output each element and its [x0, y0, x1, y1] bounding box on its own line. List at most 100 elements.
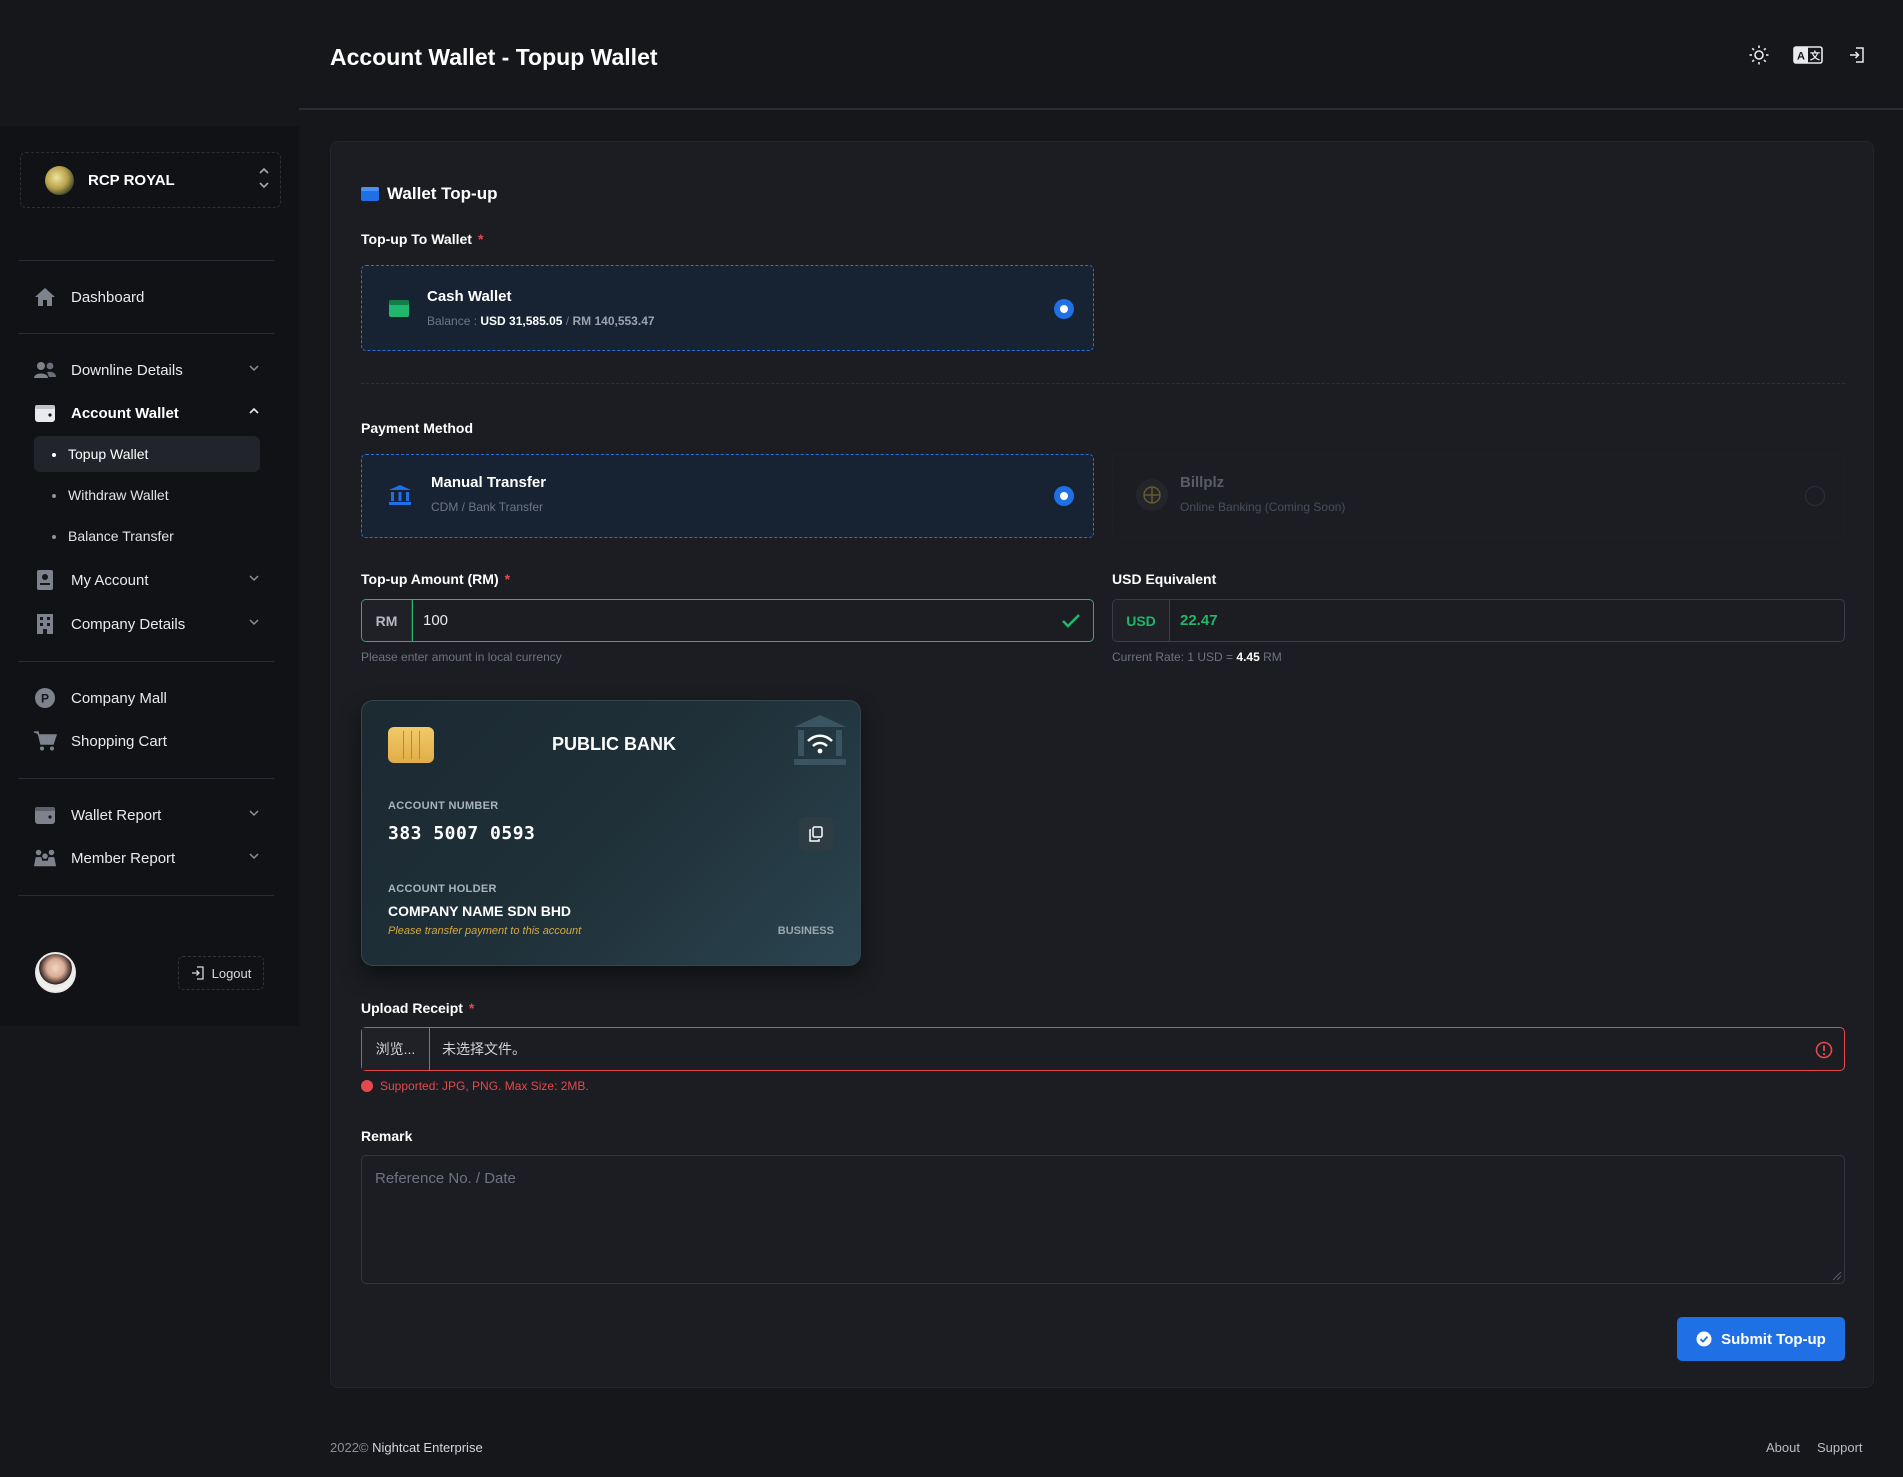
logout-icon[interactable] — [1844, 42, 1870, 68]
bank-account-card: PUBLIC BANK ACCOUNT NUMBER 383 5007 0593… — [361, 700, 861, 966]
sidebar-item-company-details[interactable]: Company Details — [33, 607, 263, 641]
account-number: 383 5007 0593 — [388, 823, 536, 844]
home-icon — [33, 285, 57, 309]
footer-year: 2022© — [330, 1440, 369, 1455]
sidebar-subitem-label: Withdraw Wallet — [68, 487, 169, 503]
bank-name: PUBLIC BANK — [552, 734, 676, 754]
required-mark: * — [468, 1000, 475, 1016]
globe-icon — [1136, 479, 1168, 511]
member-report-icon — [33, 846, 57, 870]
payment-radio[interactable] — [1054, 486, 1074, 506]
divider — [18, 260, 274, 261]
usd-equivalent-value: 22.47 — [1170, 600, 1844, 641]
translate-icon[interactable]: A文 — [1792, 42, 1824, 68]
sidebar-item-label: Dashboard — [71, 288, 145, 306]
exchange-rate: Current Rate: 1 USD = 4.45 RM — [1112, 650, 1282, 664]
sidebar-logout-button[interactable]: Logout — [178, 956, 264, 990]
sidebar-item-my-account[interactable]: My Account — [33, 563, 263, 597]
sidebar-item-account-wallet[interactable]: Account Wallet — [33, 396, 263, 430]
payment-option-manual-transfer[interactable]: Manual Transfer CDM / Bank Transfer — [361, 454, 1094, 538]
sidebar-subitem-topup-wallet[interactable]: Topup Wallet — [34, 436, 260, 472]
topup-to-wallet-label: Top-up To Wallet * — [361, 231, 483, 247]
error-icon — [1815, 1041, 1833, 1059]
users-icon — [33, 358, 57, 382]
logout-label: Logout — [211, 965, 252, 981]
wallet-topup-card: Wallet Top-up Top-up To Wallet * Cash Wal… — [330, 141, 1874, 1388]
rate-value: 4.45 — [1236, 650, 1260, 664]
sidebar-item-wallet-report[interactable]: Wallet Report — [33, 798, 263, 832]
divider — [361, 383, 1845, 384]
cart-icon — [33, 729, 57, 753]
resize-handle-icon[interactable] — [1832, 1271, 1842, 1281]
balance-rm: RM 140,553.47 — [572, 314, 655, 328]
sun-icon[interactable] — [1746, 42, 1772, 68]
remark-label: Remark — [361, 1128, 413, 1144]
footer-link-about[interactable]: About — [1766, 1440, 1800, 1455]
wallet-radio[interactable] — [1054, 299, 1074, 319]
svg-text:文: 文 — [1810, 50, 1821, 63]
sidebar-item-label: Account Wallet — [71, 404, 179, 422]
sidebar-item-label: My Account — [71, 571, 149, 589]
sidebar: RCP ROYAL Dashboard Downline Details Acc… — [0, 126, 299, 1026]
sidebar-item-shopping-cart[interactable]: Shopping Cart — [33, 724, 263, 758]
sidebar-subitem-balance-transfer[interactable]: Balance Transfer — [34, 518, 260, 554]
label-text: Top-up To Wallet — [361, 231, 472, 247]
wallet-balance: Balance : USD 31,585.05 / RM 140,553.47 — [427, 314, 655, 328]
brand-name: RCP ROYAL — [88, 171, 175, 189]
payment-method-name: Manual Transfer — [431, 474, 547, 491]
submit-topup-button[interactable]: Submit Top-up — [1677, 1317, 1845, 1361]
payment-method-label: Payment Method — [361, 420, 474, 436]
wallet-option-cash-wallet[interactable]: Cash Wallet Balance : USD 31,585.05 / RM… — [361, 265, 1094, 351]
copy-icon — [809, 826, 823, 842]
balance-usd: USD 31,585.05 — [480, 314, 563, 328]
sidebar-item-label: Member Report — [71, 849, 176, 867]
amount-value: 100 — [423, 612, 449, 629]
footer-copyright: 2022© Nightcat Enterprise — [330, 1440, 483, 1455]
brand-logo — [45, 165, 74, 195]
topup-amount-input[interactable]: 100 — [412, 600, 1093, 641]
avatar[interactable] — [35, 952, 76, 993]
amount-hint: Please enter amount in local currency — [361, 650, 562, 664]
wifi-icon — [807, 734, 833, 754]
sidebar-subitem-withdraw-wallet[interactable]: Withdraw Wallet — [34, 477, 260, 513]
mall-icon: P — [33, 686, 57, 710]
error-dot-icon — [361, 1080, 373, 1092]
card-title-text: Wallet Top-up — [387, 184, 498, 203]
chevron-up-icon — [249, 407, 259, 414]
svg-text:A: A — [1797, 51, 1805, 63]
upload-receipt-input[interactable]: 浏览... 未选择文件。 — [361, 1027, 1845, 1071]
sidebar-item-dashboard[interactable]: Dashboard — [33, 280, 263, 314]
footer-link-support[interactable]: Support — [1817, 1440, 1863, 1455]
transfer-note: Please transfer payment to this account — [388, 925, 582, 937]
bank-icon — [389, 485, 411, 505]
card-chip — [388, 727, 434, 763]
remark-textarea[interactable]: Reference No. / Date — [361, 1155, 1845, 1284]
payment-method-sub: CDM / Bank Transfer — [431, 500, 544, 514]
browse-button[interactable]: 浏览... — [362, 1028, 430, 1070]
rate-prefix: Current Rate: 1 USD = — [1112, 650, 1234, 664]
check-icon — [1062, 614, 1080, 628]
sidebar-item-label: Shopping Cart — [71, 732, 167, 750]
check-circle-icon — [1696, 1331, 1712, 1347]
sidebar-item-label: Company Mall — [71, 689, 167, 707]
sidebar-item-company-mall[interactable]: P Company Mall — [33, 681, 263, 715]
upload-receipt-label: Upload Receipt * — [361, 1000, 474, 1016]
submit-label: Submit Top-up — [1721, 1330, 1826, 1348]
required-mark: * — [504, 571, 511, 587]
upload-filename: 未选择文件。 — [442, 1041, 526, 1057]
logout-icon — [191, 966, 204, 980]
sidebar-item-downline-details[interactable]: Downline Details — [33, 353, 263, 387]
rate-suffix: RM — [1263, 650, 1282, 664]
divider — [18, 333, 274, 334]
page-title: Account Wallet - Topup Wallet — [330, 44, 658, 70]
wallet-icon — [33, 401, 57, 425]
chevron-up-down-icon — [258, 165, 270, 196]
usd-equivalent-label: USD Equivalent — [1112, 571, 1217, 587]
brand-switcher[interactable]: RCP ROYAL — [20, 152, 281, 208]
sidebar-item-member-report[interactable]: Member Report — [33, 841, 263, 875]
footer-company[interactable]: Nightcat Enterprise — [372, 1440, 483, 1455]
copy-account-number-button[interactable] — [799, 817, 833, 851]
divider — [18, 661, 274, 662]
wallet-name: Cash Wallet — [427, 288, 512, 305]
label-text: Upload Receipt — [361, 1000, 463, 1016]
